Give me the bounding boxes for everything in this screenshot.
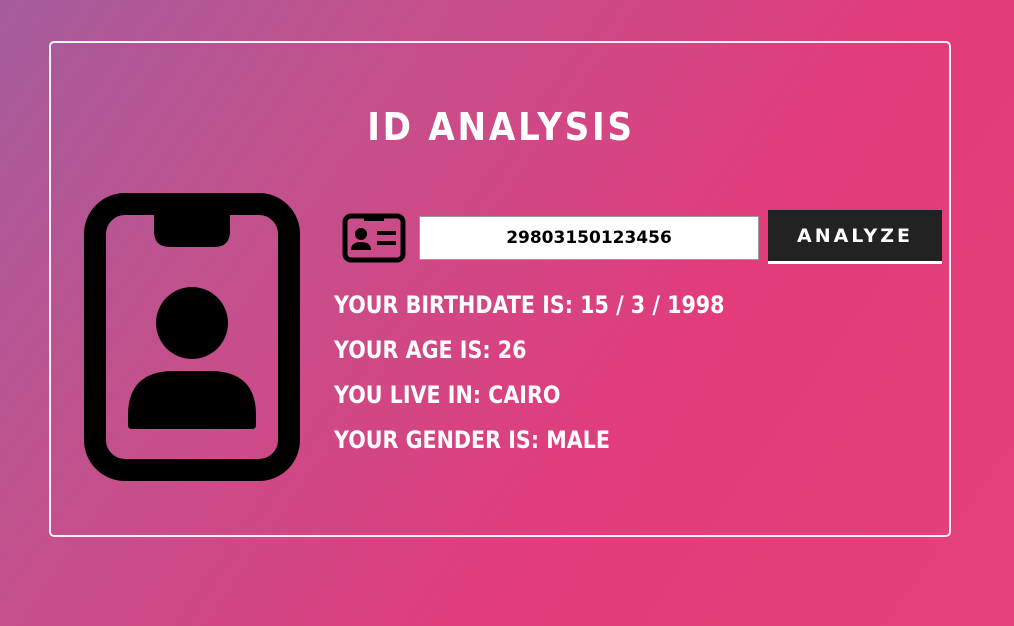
age-result: Your Age is: 26 bbox=[334, 336, 527, 364]
analyze-button[interactable]: Analyze bbox=[768, 210, 942, 264]
page-title: ID Analysis bbox=[96, 105, 906, 149]
gender-result: Your Gender is: Male bbox=[334, 426, 610, 454]
id-analysis-card: ID Analysis Analyze Your Birthdate is: 1… bbox=[49, 41, 951, 537]
page-title-text: ID Analysis bbox=[367, 105, 635, 149]
id-card-icon bbox=[342, 213, 406, 263]
analysis-results: Your Birthdate is: 15 / 3 / 1998 Your Ag… bbox=[334, 283, 894, 463]
birthdate-result: Your Birthdate is: 15 / 3 / 1998 bbox=[334, 291, 725, 319]
id-badge-person-icon bbox=[84, 193, 300, 481]
location-result: You live in: Cairo bbox=[334, 381, 561, 409]
national-id-input[interactable] bbox=[419, 216, 759, 260]
